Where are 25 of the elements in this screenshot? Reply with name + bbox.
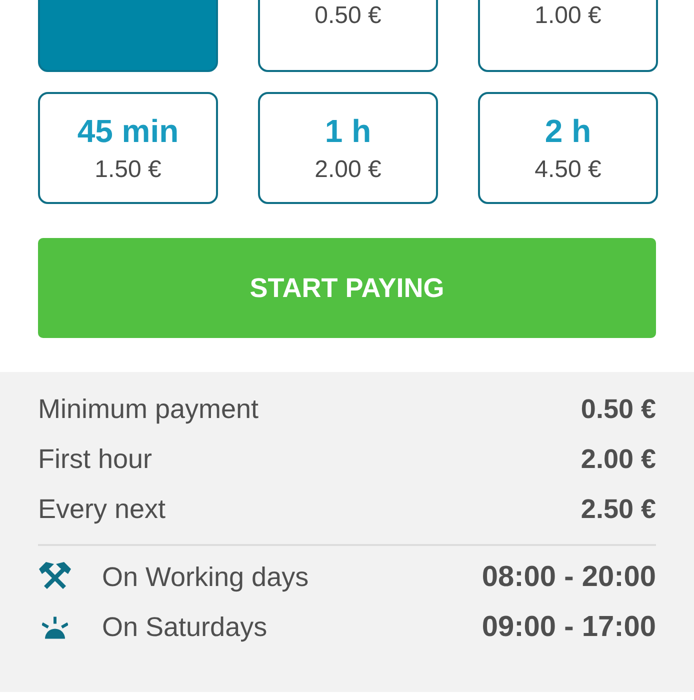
tariff-tile[interactable]: 1.00 € bbox=[478, 0, 658, 72]
schedule-label: On Working days bbox=[102, 562, 310, 592]
price: 2.00 € bbox=[314, 156, 382, 184]
schedule-label: On Saturdays bbox=[102, 612, 268, 642]
price-value: 0.50 € bbox=[580, 394, 656, 424]
price-label: Minimum payment bbox=[38, 394, 259, 424]
price-value: 2.50 € bbox=[580, 494, 656, 524]
opening-hours: 09:00 - 17:00 bbox=[482, 610, 656, 644]
tariff-tile[interactable]: 0.50 € bbox=[258, 0, 438, 72]
price: 4.50 € bbox=[534, 156, 602, 184]
opening-hours: 08:00 - 20:00 bbox=[482, 560, 656, 594]
duration: 2 h bbox=[544, 112, 592, 150]
price: 0.50 € bbox=[314, 2, 382, 30]
duration: 45 min bbox=[77, 112, 179, 150]
crossed-hammers-icon bbox=[38, 562, 72, 592]
sun-icon bbox=[42, 616, 68, 638]
tariff-tile[interactable]: 45 min 1.50 € bbox=[38, 92, 218, 204]
duration: 1 h bbox=[324, 112, 372, 150]
tariff-tile[interactable]: 2 h 4.50 € bbox=[478, 92, 658, 204]
price: 1.50 € bbox=[94, 156, 162, 184]
price-value: 2.00 € bbox=[580, 444, 656, 474]
price: 1.00 € bbox=[534, 2, 602, 30]
price-label: Every next bbox=[38, 494, 166, 524]
price-label: First hour bbox=[38, 444, 152, 474]
tariff-tile[interactable]: 1 h 2.00 € bbox=[258, 92, 438, 204]
